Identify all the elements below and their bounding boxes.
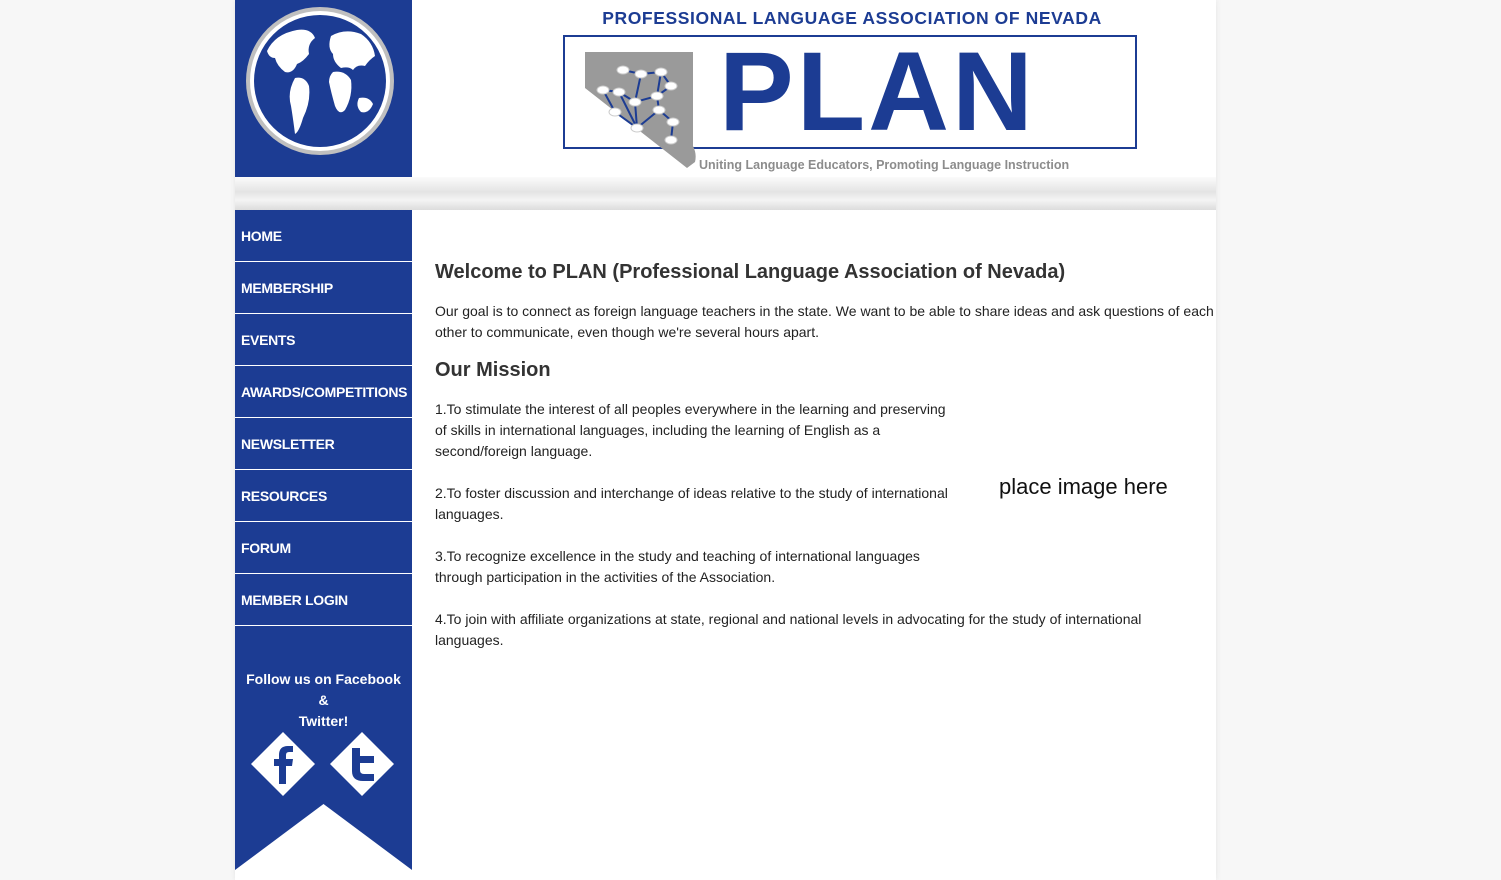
- nav-item-member-login[interactable]: MEMBER LOGIN: [235, 574, 412, 626]
- follow-line-1: Follow us on Facebook: [246, 671, 401, 687]
- nav-item-resources[interactable]: RESOURCES: [235, 470, 412, 522]
- follow-line-2: &: [318, 692, 329, 708]
- association-name: PROFESSIONAL LANGUAGE ASSOCIATION OF NEV…: [602, 8, 1102, 28]
- image-placeholder: place image here: [999, 474, 1168, 499]
- sidebar: HOME MEMBERSHIP EVENTS AWARDS/COMPETITIO…: [235, 210, 412, 870]
- nav-item-home[interactable]: HOME: [235, 210, 412, 262]
- nav-item-membership[interactable]: MEMBERSHIP: [235, 262, 412, 314]
- intro-paragraph: Our goal is to connect as foreign langua…: [435, 303, 1214, 340]
- nav-item-events[interactable]: EVENTS: [235, 314, 412, 366]
- nav-item-forum[interactable]: FORUM: [235, 522, 412, 574]
- follow-us-text: Follow us on Facebook & Twitter!: [235, 669, 412, 732]
- nav-item-newsletter[interactable]: NEWSLETTER: [235, 418, 412, 470]
- mission-heading: Our Mission: [435, 359, 551, 381]
- header-divider-bar: [235, 177, 1216, 210]
- nav-item-awards-competitions[interactable]: AWARDS/COMPETITIONS: [235, 366, 412, 418]
- follow-line-3: Twitter!: [298, 713, 349, 729]
- nevada-network-icon: [585, 52, 696, 168]
- twitter-icon[interactable]: [330, 732, 394, 796]
- sidebar-chevron: [235, 804, 412, 870]
- globe-banner: [235, 0, 412, 177]
- logo-plan-word: PLAN: [719, 29, 1036, 154]
- page-container: PROFESSIONAL LANGUAGE ASSOCIATION OF NEV…: [235, 0, 1216, 880]
- facebook-icon[interactable]: [251, 732, 315, 796]
- plan-logo: PROFESSIONAL LANGUAGE ASSOCIATION OF NEV…: [561, 8, 1143, 176]
- page-title: Welcome to PLAN (Professional Language A…: [435, 261, 1066, 283]
- logo-tagline: Uniting Language Educators, Promoting La…: [699, 158, 1070, 172]
- mission-item: 2.To foster discussion and interchange o…: [435, 485, 948, 522]
- mission-item: 1.To stimulate the interest of all peopl…: [435, 401, 946, 459]
- mission-item: 3.To recognize excellence in the study a…: [435, 548, 920, 585]
- globe-icon: [246, 7, 394, 155]
- mission-item: 4.To join with affiliate organizations a…: [435, 611, 1142, 648]
